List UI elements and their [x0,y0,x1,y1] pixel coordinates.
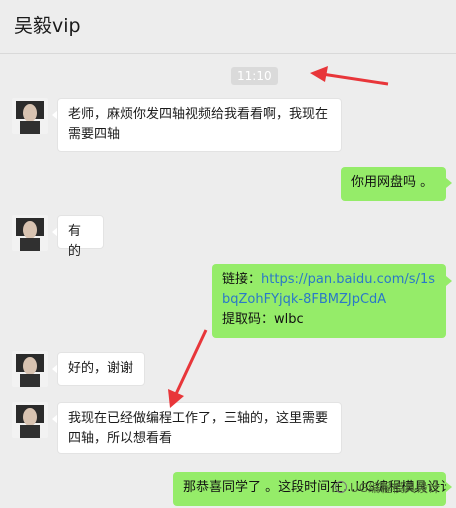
bubble-tail [446,178,452,188]
chat-title: 吴毅vip [14,15,81,37]
bubble-tail [446,276,452,286]
message-text: 好的，谢谢 [68,361,134,376]
bubble-tail [446,482,452,492]
message-text: 你用网盘吗 。 [351,175,434,190]
avatar-photo-icon [12,351,48,387]
link-label: 链接： [222,272,262,287]
wechat-logo-icon [335,481,347,493]
avatar[interactable] [12,215,48,251]
code-label: 提取码： [222,312,275,327]
message-bubble[interactable]: 有的 [57,215,104,259]
message-bubble[interactable]: 好的，谢谢 [57,352,145,386]
avatar-photo-icon [12,215,48,251]
avatar-photo-icon [12,98,48,134]
avatar-photo-icon [12,402,48,438]
watermark: UG编程模具设计 [335,480,440,496]
message-bubble[interactable]: 链接：https://pan.baidu.com/s/1sbqZohFYjqk-… [212,264,446,338]
chat-header: 吴毅vip [0,0,456,54]
message-text: 我现在已经做编程工作了，三轴的，这里需要四轴，所以想看看 [68,411,329,446]
extract-code: wlbc [274,312,304,327]
message-text: 有的 [68,224,82,259]
timestamp-divider: 11:10 [231,67,278,85]
message-text: 老师，麻烦你发四轴视频给我看看啊，我现在需要四轴 [68,107,329,142]
avatar[interactable] [12,402,48,438]
arrow-to-timestamp-icon [310,66,389,86]
arrow-to-message-icon [168,329,208,408]
avatar[interactable] [12,98,48,134]
message-bubble[interactable]: 老师，麻烦你发四轴视频给我看看啊，我现在需要四轴 [57,98,342,152]
watermark-text: UG编程模具设计 [350,481,441,495]
avatar[interactable] [12,351,48,387]
message-bubble[interactable]: 我现在已经做编程工作了，三轴的，这里需要四轴，所以想看看 [57,402,342,454]
message-bubble[interactable]: 你用网盘吗 。 [341,167,446,201]
